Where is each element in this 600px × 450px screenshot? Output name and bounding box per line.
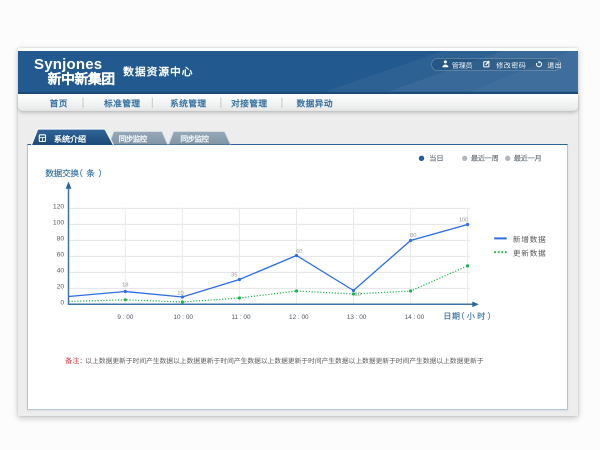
svg-text:10 : 00: 10 : 00 <box>173 314 193 321</box>
svg-text:80: 80 <box>410 233 416 239</box>
svg-text:35: 35 <box>231 273 237 279</box>
svg-text:10: 10 <box>177 291 183 297</box>
svg-text:80: 80 <box>57 236 65 243</box>
svg-text:0: 0 <box>60 300 64 307</box>
svg-text:11 : 00: 11 : 00 <box>231 314 251 321</box>
svg-text:12 : 00: 12 : 00 <box>289 314 309 321</box>
svg-text:10: 10 <box>354 292 360 298</box>
svg-text:40: 40 <box>57 268 65 275</box>
svg-text:Synjones: Synjones <box>34 56 102 73</box>
svg-text:120: 120 <box>53 204 65 211</box>
svg-text:20: 20 <box>57 284 65 291</box>
svg-text:18: 18 <box>122 283 128 289</box>
svg-text:60: 60 <box>296 249 302 255</box>
svg-text:9 : 00: 9 : 00 <box>117 314 133 321</box>
svg-text:100: 100 <box>459 218 469 224</box>
svg-text:13 : 00: 13 : 00 <box>347 314 367 321</box>
svg-text:100: 100 <box>53 220 65 227</box>
svg-text:60: 60 <box>57 252 65 259</box>
svg-text:14 : 00: 14 : 00 <box>405 314 425 321</box>
